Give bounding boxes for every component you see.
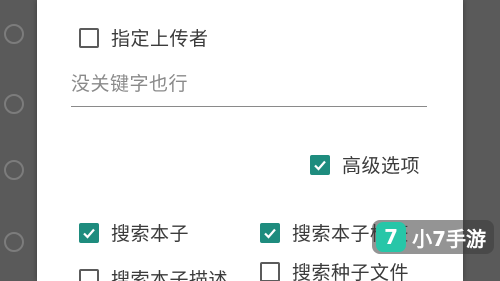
- search-torrent-checkbox[interactable]: [260, 261, 280, 281]
- background-icon: [4, 232, 24, 252]
- keyword-input[interactable]: [71, 66, 427, 102]
- watermark-text: 小7手游: [412, 226, 486, 251]
- advanced-checkbox[interactable]: [310, 154, 330, 175]
- search-tags-checkbox[interactable]: [260, 222, 280, 243]
- search-description-label: 搜索本子描述: [111, 269, 229, 281]
- uploader-option[interactable]: 指定上传者: [79, 24, 209, 51]
- option-search-description[interactable]: 搜索本子描述: [79, 265, 228, 281]
- checkmark-icon: [314, 160, 326, 171]
- uploader-label: 指定上传者: [111, 28, 209, 50]
- background-icon: [4, 94, 24, 114]
- checkmark-icon: [83, 228, 95, 239]
- watermark-logo: 7: [376, 222, 407, 252]
- option-search-torrent[interactable]: 搜索种子文件: [260, 258, 409, 281]
- option-search-gallery[interactable]: 搜索本子: [79, 219, 189, 246]
- advanced-label: 高级选项: [342, 155, 421, 177]
- checkmark-icon: [264, 228, 276, 239]
- search-gallery-label: 搜索本子: [111, 223, 190, 245]
- search-torrent-label: 搜索种子文件: [292, 262, 410, 281]
- app-screen: 指定上传者 高级选项 搜索本子: [0, 0, 500, 281]
- search-gallery-checkbox[interactable]: [79, 222, 99, 243]
- watermark: 7 小7手游: [372, 220, 494, 254]
- uploader-checkbox[interactable]: [79, 27, 99, 48]
- search-description-checkbox[interactable]: [79, 268, 99, 281]
- background-icon: [4, 160, 24, 180]
- advanced-option[interactable]: 高级选项: [310, 151, 420, 178]
- background-icon: [4, 24, 24, 44]
- keyword-field[interactable]: [71, 66, 427, 107]
